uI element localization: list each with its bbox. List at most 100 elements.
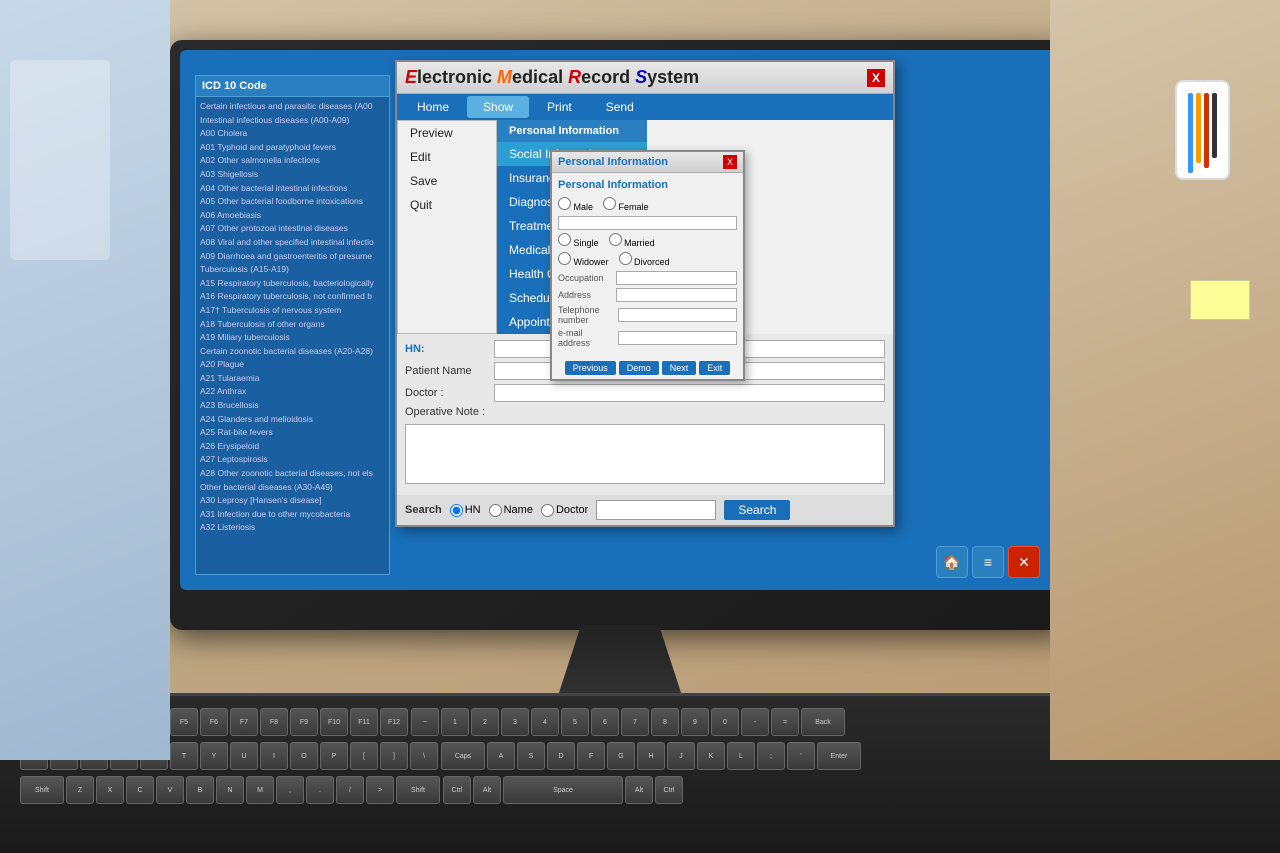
keyboard-key[interactable]: Z xyxy=(66,776,94,804)
search-input[interactable] xyxy=(596,500,716,520)
icd-list-item[interactable]: A09 Diarrhoea and gastroenteritis of pre… xyxy=(200,250,385,264)
icd-list-item[interactable]: Certain zoonotic bacterial diseases (A20… xyxy=(200,345,385,359)
keyboard-key[interactable]: N xyxy=(216,776,244,804)
keyboard-key[interactable]: 4 xyxy=(531,708,559,736)
keyboard-key[interactable]: 3 xyxy=(501,708,529,736)
keyboard-key[interactable]: F10 xyxy=(320,708,348,736)
keyboard-key[interactable]: T xyxy=(170,742,198,770)
keyboard-key[interactable]: > xyxy=(366,776,394,804)
keyboard-key[interactable]: F8 xyxy=(260,708,288,736)
keyboard-key[interactable]: U xyxy=(230,742,258,770)
pi-demo-button[interactable]: Demo xyxy=(619,361,659,375)
status-single[interactable]: Single xyxy=(558,233,599,248)
dd-preview[interactable]: Preview xyxy=(398,121,496,145)
radio-doctor-input[interactable] xyxy=(541,504,554,517)
keyboard-key[interactable]: F11 xyxy=(350,708,378,736)
icd-list-item[interactable]: A03 Shigellosis xyxy=(200,168,385,182)
menu-send[interactable]: Send xyxy=(590,96,650,118)
keyboard-key[interactable]: ~ xyxy=(411,708,439,736)
keyboard-key[interactable]: H xyxy=(637,742,665,770)
keyboard-key[interactable]: G xyxy=(607,742,635,770)
icd-list-item[interactable]: Intestinal infectious diseases (A00-A09) xyxy=(200,114,385,128)
icd-list-item[interactable]: A01 Typhoid and paratyphoid fevers xyxy=(200,141,385,155)
keyboard-key[interactable]: \ xyxy=(410,742,438,770)
dd-quit[interactable]: Quit xyxy=(398,193,496,217)
icd-list-item[interactable]: Other bacterial diseases (A30-A49) xyxy=(200,481,385,495)
icd-list-item[interactable]: A05 Other bacterial foodborne intoxicati… xyxy=(200,195,385,209)
icd-list-item[interactable]: A31 Infection due to other mycobacteria xyxy=(200,508,385,522)
icd-list-item[interactable]: A08 Viral and other specified intestinal… xyxy=(200,236,385,250)
icd-list-item[interactable]: Tuberculosis (A15-A19) xyxy=(200,263,385,277)
pi-close-button[interactable]: X xyxy=(723,155,737,169)
keyboard-key[interactable]: Alt xyxy=(625,776,653,804)
icd-list-item[interactable]: A18 Tuberculosis of other organs xyxy=(200,318,385,332)
gender-female[interactable]: Female xyxy=(603,197,649,212)
dd-save[interactable]: Save xyxy=(398,169,496,193)
keyboard-key[interactable]: I xyxy=(260,742,288,770)
status-single-input[interactable] xyxy=(558,233,571,246)
keyboard-key[interactable]: L xyxy=(727,742,755,770)
keyboard-key[interactable]: Caps xyxy=(441,742,485,770)
keyboard-key[interactable]: 9 xyxy=(681,708,709,736)
keyboard-key[interactable]: J xyxy=(667,742,695,770)
telephone-input[interactable] xyxy=(618,308,737,322)
icd-list-item[interactable]: A17† Tuberculosis of nervous system xyxy=(200,304,385,318)
keyboard-key[interactable]: - xyxy=(741,708,769,736)
keyboard-key[interactable]: [ xyxy=(350,742,378,770)
occupation-input[interactable] xyxy=(616,271,737,285)
status-married-input[interactable] xyxy=(609,233,622,246)
taskbar-home-icon[interactable]: 🏠 xyxy=(936,546,968,578)
pi-next-button[interactable]: Next xyxy=(662,361,697,375)
email-input[interactable] xyxy=(618,331,737,345)
keyboard-key[interactable]: 0 xyxy=(711,708,739,736)
keyboard-key[interactable]: Back xyxy=(801,708,845,736)
icd-list-item[interactable]: A28 Other zoonotic bacterial diseases, n… xyxy=(200,467,385,481)
keyboard-key[interactable]: Ctrl xyxy=(443,776,471,804)
keyboard-key[interactable]: Ctrl xyxy=(655,776,683,804)
radio-name[interactable]: Name xyxy=(489,504,533,517)
gender-male[interactable]: Male xyxy=(558,197,593,212)
keyboard-key[interactable]: F12 xyxy=(380,708,408,736)
status-married[interactable]: Married xyxy=(609,233,655,248)
pi-previous-button[interactable]: Previous xyxy=(565,361,616,375)
status-widower-input[interactable] xyxy=(558,252,571,265)
icd-list-item[interactable]: Certain infectious and parasitic disease… xyxy=(200,100,385,114)
icd-list-item[interactable]: A23 Brucellosis xyxy=(200,399,385,413)
keyboard-key[interactable]: S xyxy=(517,742,545,770)
icd-list-item[interactable]: A30 Leprosy [Hansen's disease] xyxy=(200,494,385,508)
keyboard-key[interactable]: 6 xyxy=(591,708,619,736)
taskbar-close-icon[interactable]: ✕ xyxy=(1008,546,1040,578)
keyboard-key[interactable]: 8 xyxy=(651,708,679,736)
menu-show[interactable]: Show xyxy=(467,96,529,118)
radio-hn[interactable]: HN xyxy=(450,504,481,517)
icd-list-item[interactable]: A02 Other salmonella infections xyxy=(200,154,385,168)
taskbar-menu-icon[interactable]: ≡ xyxy=(972,546,1004,578)
keyboard-key[interactable]: . xyxy=(306,776,334,804)
radio-name-input[interactable] xyxy=(489,504,502,517)
keyboard-key[interactable]: 7 xyxy=(621,708,649,736)
icd-list-item[interactable]: A32 Listeriosis xyxy=(200,521,385,535)
menu-print[interactable]: Print xyxy=(531,96,588,118)
keyboard-key[interactable]: 5 xyxy=(561,708,589,736)
radio-doctor[interactable]: Doctor xyxy=(541,504,588,517)
icd-list-item[interactable]: A22 Anthrax xyxy=(200,385,385,399)
keyboard-key[interactable]: B xyxy=(186,776,214,804)
gender-female-input[interactable] xyxy=(603,197,616,210)
keyboard-key[interactable]: Shift xyxy=(20,776,64,804)
icd-list-item[interactable]: A15 Respiratory tuberculosis, bacteriolo… xyxy=(200,277,385,291)
keyboard-key[interactable]: ] xyxy=(380,742,408,770)
status-widower[interactable]: Widower xyxy=(558,252,609,267)
keyboard-key[interactable]: 2 xyxy=(471,708,499,736)
keyboard-key[interactable]: F5 xyxy=(170,708,198,736)
gender-male-input[interactable] xyxy=(558,197,571,210)
icd-list-item[interactable]: A27 Leptospirosis xyxy=(200,453,385,467)
keyboard-key[interactable]: F xyxy=(577,742,605,770)
radio-hn-input[interactable] xyxy=(450,504,463,517)
keyboard-key[interactable]: A xyxy=(487,742,515,770)
keyboard-key[interactable]: / xyxy=(336,776,364,804)
icd-list-item[interactable]: A21 Tularaemia xyxy=(200,372,385,386)
icd-list-item[interactable]: A19 Miliary tuberculosis xyxy=(200,331,385,345)
icd-list-item[interactable]: A26 Erysipeloid xyxy=(200,440,385,454)
keyboard-key[interactable]: C xyxy=(126,776,154,804)
keyboard-key[interactable]: F7 xyxy=(230,708,258,736)
